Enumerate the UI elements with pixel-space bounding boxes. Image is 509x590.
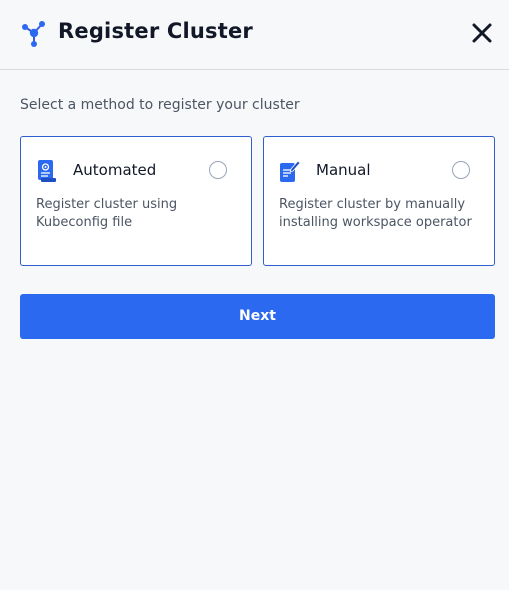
automated-option-description: Register cluster using Kubeconfig file [36, 197, 178, 230]
automated-option-card[interactable]: Automated Register cluster using Kubecon… [20, 136, 252, 266]
manual-edit-document-icon [279, 159, 301, 183]
panel-header: Register Cluster [0, 0, 509, 70]
manual-option-description: Register cluster by manually installing … [279, 197, 472, 230]
next-button[interactable]: Next [20, 294, 495, 339]
automated-radio[interactable] [209, 161, 227, 179]
cluster-network-icon [20, 20, 48, 48]
close-icon[interactable] [469, 20, 495, 46]
manual-radio[interactable] [452, 161, 470, 179]
automated-option-title: Automated [73, 161, 157, 179]
kubeconfig-file-icon [36, 159, 58, 183]
manual-option-card[interactable]: Manual Register cluster by manually inst… [263, 136, 495, 266]
method-prompt: Select a method to register your cluster [20, 97, 300, 113]
page-title: Register Cluster [58, 19, 253, 43]
manual-option-title: Manual [316, 161, 371, 179]
register-cluster-panel: Register Cluster Select a method to regi… [0, 0, 509, 590]
